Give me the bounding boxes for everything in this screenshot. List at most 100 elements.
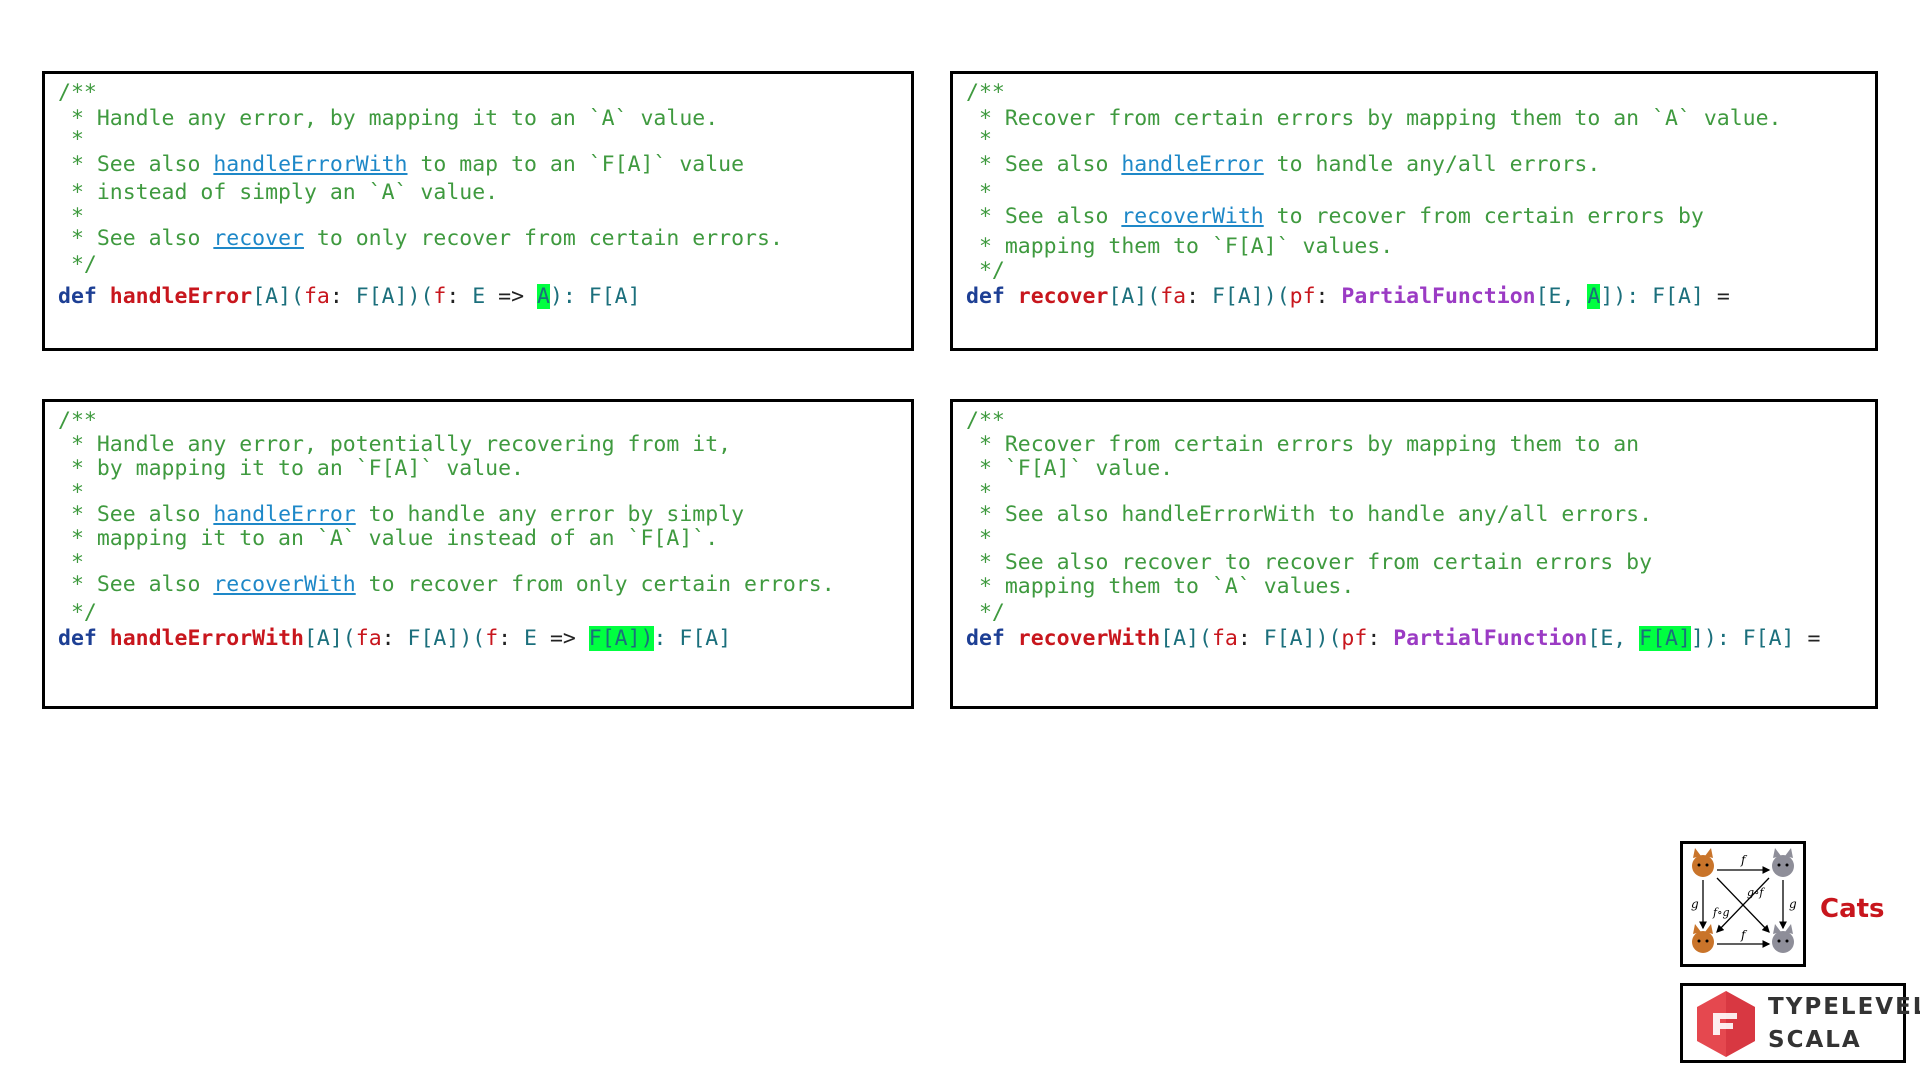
- comment-line: *: [58, 127, 84, 152]
- paren: )(: [1263, 284, 1290, 309]
- comment-line: /**: [58, 80, 97, 105]
- comment-line: * Handle any error, potentially recoveri…: [58, 432, 732, 457]
- comment-line: * mapping them to `A` values.: [966, 574, 1355, 599]
- comment-line: * mapping them to `F[A]` values.: [966, 234, 1394, 259]
- link-handle-error-with[interactable]: handleErrorWith: [213, 152, 407, 177]
- partial-function-type: PartialFunction: [1341, 284, 1536, 309]
- keyword-def: def: [966, 284, 1005, 309]
- comment-line: */: [966, 258, 1005, 283]
- method-name: recoverWith: [1017, 626, 1161, 651]
- scala-text: SCALA: [1768, 1027, 1862, 1053]
- comment-line: * See also handleError to handle any/all…: [966, 152, 1600, 178]
- comment-line: * See also recover to recover from certa…: [966, 550, 1653, 575]
- comment-text: to recover from only certain errors.: [355, 572, 835, 597]
- colon: :: [381, 626, 408, 651]
- link-recover[interactable]: recover: [213, 226, 304, 251]
- typelevel-text: TYPELEVEL: [1768, 994, 1920, 1020]
- param-name: fa: [355, 626, 382, 651]
- comment-line: */: [966, 600, 1005, 625]
- highlighted-return: A: [1587, 284, 1601, 309]
- signature-line: def handleError[A](fa: F[A])(f: E => A):…: [58, 284, 641, 310]
- typelevel-scala-logo: TYPELEVEL SCALA: [1680, 983, 1920, 1063]
- comment-line: /**: [966, 408, 1005, 433]
- link-recover-with[interactable]: recoverWith: [213, 572, 355, 597]
- comment-line: * Handle any error, by mapping it to an …: [58, 106, 719, 131]
- param-name: pf: [1341, 626, 1368, 651]
- comment-line: * See also recoverWith to recover from c…: [966, 204, 1704, 230]
- highlighted-return: F[A]: [1639, 626, 1691, 651]
- cats-diagram-icon: f f g g f∘g g∘f: [1691, 848, 1797, 953]
- paren: )(: [459, 626, 486, 651]
- paren: ]):: [1690, 626, 1743, 651]
- comment-line: /**: [58, 408, 97, 433]
- return-type: F[A]: [679, 626, 732, 651]
- comment-text: * See also: [58, 502, 214, 527]
- arrow-label-f-compose-g: f∘g: [1712, 906, 1730, 919]
- colon: :: [498, 626, 525, 651]
- type-params: [A](: [1160, 626, 1212, 651]
- comment-line: * instead of simply an `A` value.: [58, 180, 499, 205]
- param-name: f: [433, 284, 447, 309]
- comment-line: */: [58, 252, 97, 277]
- comment-line: *: [966, 180, 992, 205]
- colon: :: [653, 626, 680, 651]
- method-name: recover: [1017, 284, 1109, 309]
- code-panel-handle-error-with: /** * Handle any error, potentially reco…: [42, 399, 914, 709]
- type-args: [E,: [1587, 626, 1640, 651]
- partial-function-type: PartialFunction: [1393, 626, 1588, 651]
- arrow-label-g-compose-f: g∘f: [1747, 886, 1765, 899]
- comment-line: /**: [966, 80, 1005, 105]
- link-handle-error[interactable]: handleError: [213, 502, 355, 527]
- comment-line: * See also handleErrorWith to map to an …: [58, 152, 744, 178]
- comment-text: * See also: [966, 152, 1122, 177]
- typelevel-hexagon-icon: [1697, 991, 1755, 1057]
- cats-logo: f f g g f∘g g∘f: [1680, 841, 1806, 967]
- arrow-label-g: g: [1789, 897, 1797, 911]
- param-type: F[A]: [407, 626, 460, 651]
- param-name: fa: [1160, 284, 1187, 309]
- keyword-def: def: [58, 626, 97, 651]
- param-name: fa: [303, 284, 330, 309]
- orange-cat-icon: [1692, 848, 1714, 877]
- code-panel-recover-with: /** * Recover from certain errors by map…: [950, 399, 1878, 709]
- return-type: F[A]: [1742, 626, 1795, 651]
- link-handle-error[interactable]: handleError: [1121, 152, 1263, 177]
- signature-line: def handleErrorWith[A](fa: F[A])(f: E =>…: [58, 626, 731, 652]
- type-args: [E,: [1535, 284, 1588, 309]
- type-params: [A](: [1108, 284, 1161, 309]
- paren: )(: [407, 284, 434, 309]
- comment-line: * by mapping it to an `F[A]` value.: [58, 456, 524, 481]
- param-type: F[A]: [355, 284, 408, 309]
- param-type: E: [524, 626, 537, 651]
- code-panel-handle-error: /** * Handle any error, by mapping it to…: [42, 71, 914, 351]
- signature-line: def recover[A](fa: F[A])(pf: PartialFunc…: [966, 284, 1730, 310]
- colon: :: [1237, 626, 1264, 651]
- signature-line: def recoverWith[A](fa: F[A])(pf: Partial…: [966, 626, 1820, 652]
- comment-line: * See also handleError to handle any err…: [58, 502, 744, 528]
- method-name: handleErrorWith: [109, 626, 304, 651]
- comment-text: to only recover from certain errors.: [303, 226, 783, 251]
- param-name: fa: [1211, 626, 1238, 651]
- equals: =: [1794, 626, 1821, 651]
- comment-line: */: [58, 600, 97, 625]
- code-panel-recover: /** * Recover from certain errors by map…: [950, 71, 1878, 351]
- paren: ):: [549, 284, 589, 309]
- link-recover-with[interactable]: recoverWith: [1121, 204, 1263, 229]
- comment-text: * See also: [58, 226, 214, 251]
- colon: :: [1367, 626, 1394, 651]
- arrow: =>: [537, 626, 589, 651]
- type-params: [A](: [303, 626, 356, 651]
- comment-line: * See also handleErrorWith to handle any…: [966, 502, 1653, 527]
- param-type: F[A]: [1263, 626, 1316, 651]
- keyword-def: def: [966, 626, 1005, 651]
- colon: :: [1186, 284, 1212, 309]
- comment-line: * See also recoverWith to recover from o…: [58, 572, 835, 598]
- comment-text: to recover from certain errors by: [1263, 204, 1704, 229]
- equals: =: [1703, 284, 1730, 309]
- comment-line: * Recover from certain errors by mapping…: [966, 106, 1782, 131]
- colon: :: [329, 284, 356, 309]
- orange-cat-icon: [1692, 924, 1714, 953]
- comment-line: * Recover from certain errors by mapping…: [966, 432, 1640, 457]
- arrow-label-g: g: [1691, 897, 1699, 911]
- keyword-def: def: [58, 284, 97, 309]
